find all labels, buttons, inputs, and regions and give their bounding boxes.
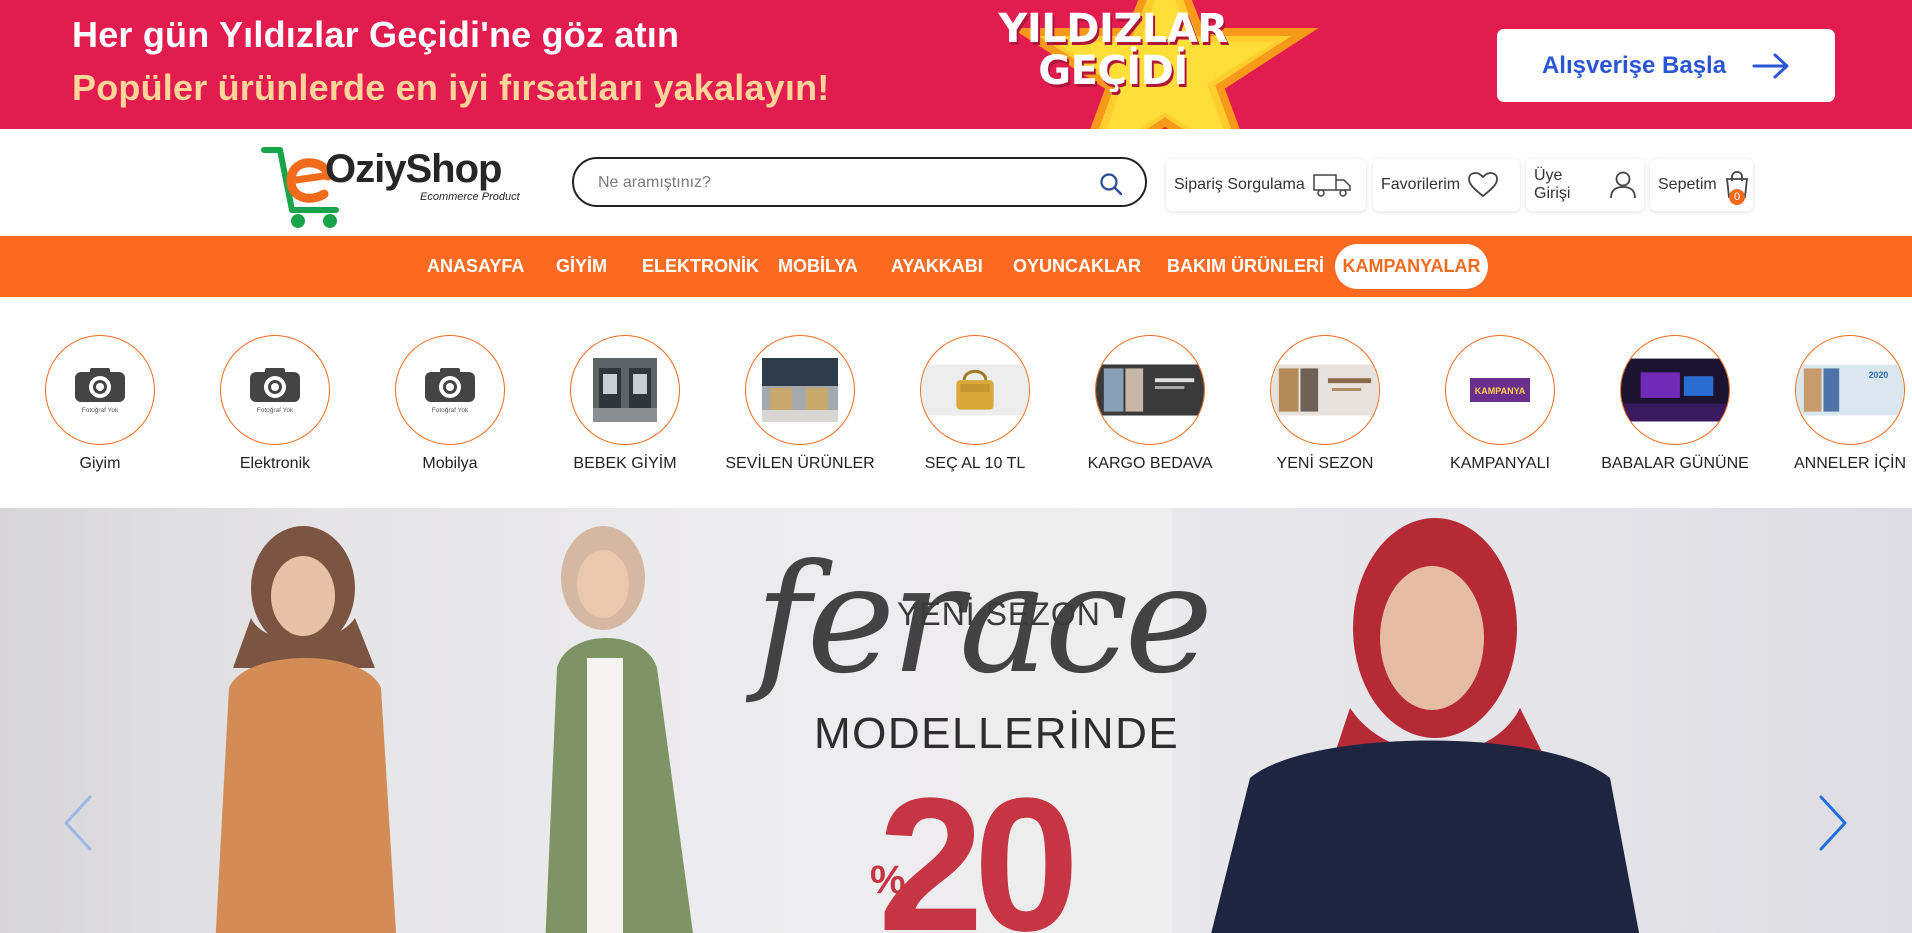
category-image: KAMPANYA — [1445, 335, 1555, 445]
start-shopping-label: Alışverişe Başla — [1541, 51, 1727, 79]
logo-subtitle: Ecommerce Product — [420, 191, 520, 203]
hero-discount-value: 20 — [878, 759, 1079, 933]
placeholder-caption: Fotoğraf Yok — [432, 407, 469, 414]
promo-badge-line-1: YILDIZLAR — [998, 6, 1228, 52]
heart-icon — [1468, 172, 1499, 198]
category-image: Fotoğraf Yok — [395, 335, 505, 445]
promo-badge: YILDIZLAR GEÇİDİ — [998, 8, 1228, 92]
model-figure-1 — [215, 526, 397, 933]
category-label: YENİ SEZON — [1276, 455, 1374, 472]
cart-button[interactable]: Sepetim 0 — [1650, 159, 1753, 211]
store-photo — [593, 358, 657, 422]
chevron-right-icon[interactable] — [1813, 793, 1853, 853]
favorites-button[interactable]: Favorilerim — [1373, 159, 1520, 211]
category-kampanyali[interactable]: KAMPANYA KAMPANYALI — [1415, 335, 1585, 475]
category-label: Elektronik — [239, 455, 311, 472]
category-label: BABALAR GÜNÜNE — [1601, 455, 1749, 472]
cart-count-badge: 0 — [1729, 189, 1745, 205]
category-image: Fotoğraf Yok — [45, 335, 155, 445]
placeholder-caption: Fotoğraf Yok — [82, 407, 119, 414]
favorites-label: Favorilerim — [1381, 176, 1461, 193]
category-yeni-sezon[interactable]: YENİ SEZON — [1240, 335, 1410, 475]
category-label: Giyim — [79, 455, 121, 472]
search-icon[interactable] — [1099, 172, 1123, 196]
start-shopping-button[interactable]: Alışverişe Başla — [1497, 29, 1835, 102]
truck-icon — [1312, 174, 1351, 197]
category-image — [920, 335, 1030, 445]
category-image — [1270, 335, 1380, 445]
anneler-banner-text: 2020 — [1869, 370, 1889, 380]
promo-badge-line-2: GEÇİDİ — [1038, 48, 1188, 94]
hero-line-top: YENİ SEZON — [897, 596, 1101, 632]
hero-slider[interactable]: ferace YENİ SEZON MODELLERİNDE % 20 — [0, 508, 1912, 933]
category-mobilya[interactable]: Fotoğraf Yok Mobilya — [365, 335, 535, 475]
nav-item-elektronik[interactable]: ELEKTRONİK — [642, 256, 759, 277]
banner-photo: 2020 — [1796, 364, 1904, 416]
order-tracking-button[interactable]: Sipariş Sorgulama — [1166, 159, 1366, 211]
handbag-photo — [921, 364, 1029, 416]
category-kargo-bedava[interactable]: KARGO BEDAVA — [1065, 335, 1235, 475]
category-anneler-icin[interactable]: 2020 ANNELER İÇİN — [1765, 335, 1912, 475]
login-label: Üye Girişi — [1534, 167, 1571, 202]
category-label: ANNELER İÇİN — [1793, 455, 1907, 472]
category-label: BEBEK GİYİM — [573, 455, 677, 472]
nav-item-oyuncaklar[interactable]: OYUNCAKLAR — [1013, 256, 1141, 277]
camera-placeholder-icon: Fotoğraf Yok — [250, 368, 300, 414]
promo-banner: Her gün Yıldızlar Geçidi'ne göz atın Pop… — [0, 0, 1912, 129]
hero-line-mid: MODELLERİNDE — [814, 709, 1180, 758]
nav-item-ayakkabi[interactable]: AYAKKABI — [891, 256, 983, 277]
kampanya-banner-text: KAMPANYA — [1475, 386, 1526, 396]
category-image — [745, 335, 855, 445]
category-image — [570, 335, 680, 445]
nav-item-mobilya[interactable]: MOBİLYA — [778, 256, 858, 277]
camera-placeholder-icon: Fotoğraf Yok — [75, 368, 125, 414]
placeholder-caption: Fotoğraf Yok — [257, 407, 294, 414]
nav-item-anasayfa[interactable]: ANASAYFA — [427, 256, 524, 277]
category-image: Fotoğraf Yok — [220, 335, 330, 445]
order-tracking-label: Sipariş Sorgulama — [1174, 176, 1305, 193]
promo-line-2: Popüler ürünlerde en iyi fırsatları yaka… — [72, 67, 830, 108]
cart-label: Sepetim — [1658, 176, 1717, 193]
kampanya-banner: KAMPANYA — [1470, 378, 1530, 402]
category-label: KARGO BEDAVA — [1087, 455, 1213, 472]
category-label: SEVİLEN ÜRÜNLER — [725, 455, 875, 472]
arrow-right-icon — [1752, 53, 1789, 78]
category-giyim[interactable]: Fotoğraf Yok Giyim — [15, 335, 185, 475]
logo-text[interactable]: OziyShop — [325, 147, 502, 192]
model-figure-2 — [545, 526, 693, 933]
login-button[interactable]: Üye Girişi — [1526, 159, 1644, 211]
category-image — [1095, 335, 1205, 445]
category-label: SEÇ AL 10 TL — [924, 455, 1026, 472]
category-carousel: Fotoğraf Yok Giyim Fotoğraf Yok Elektron… — [0, 297, 1912, 508]
category-label: Mobilya — [422, 455, 478, 472]
chevron-left-icon[interactable] — [58, 793, 98, 853]
nav-item-giyim[interactable]: GİYİM — [556, 256, 607, 277]
camera-placeholder-icon: Fotoğraf Yok — [425, 368, 475, 414]
banner-photo — [1096, 364, 1204, 416]
promo-line-1: Her gün Yıldızlar Geçidi'ne göz atın — [72, 14, 680, 55]
search-bar — [572, 157, 1147, 207]
category-sevilen-urunler[interactable]: SEVİLEN ÜRÜNLER — [715, 335, 885, 475]
user-icon — [1610, 171, 1636, 199]
search-input[interactable] — [598, 171, 1078, 195]
category-bebek-giyim[interactable]: BEBEK GİYİM — [540, 335, 710, 475]
site-header: OziyShop Ecommerce Product Sipariş Sorgu… — [0, 129, 1912, 236]
category-elektronik[interactable]: Fotoğraf Yok Elektronik — [190, 335, 360, 475]
model-figure-3 — [1211, 518, 1640, 933]
tech-banner — [1621, 358, 1729, 422]
category-sec-al-10-tl[interactable]: SEÇ AL 10 TL — [890, 335, 1060, 475]
category-image — [1620, 335, 1730, 445]
category-image: 2020 — [1795, 335, 1905, 445]
category-babalar-gunune[interactable]: BABALAR GÜNÜNE — [1590, 335, 1760, 475]
main-nav: ANASAYFA GİYİM ELEKTRONİK MOBİLYA AYAKKA… — [0, 236, 1912, 297]
nav-item-bakim-urunleri[interactable]: BAKIM ÜRÜNLERİ — [1167, 256, 1324, 277]
banner-photo — [1271, 364, 1379, 416]
nav-item-kampanyalar[interactable]: KAMPANYALAR — [1335, 244, 1488, 289]
chairs-photo — [762, 358, 838, 422]
category-label: KAMPANYALI — [1450, 455, 1550, 472]
